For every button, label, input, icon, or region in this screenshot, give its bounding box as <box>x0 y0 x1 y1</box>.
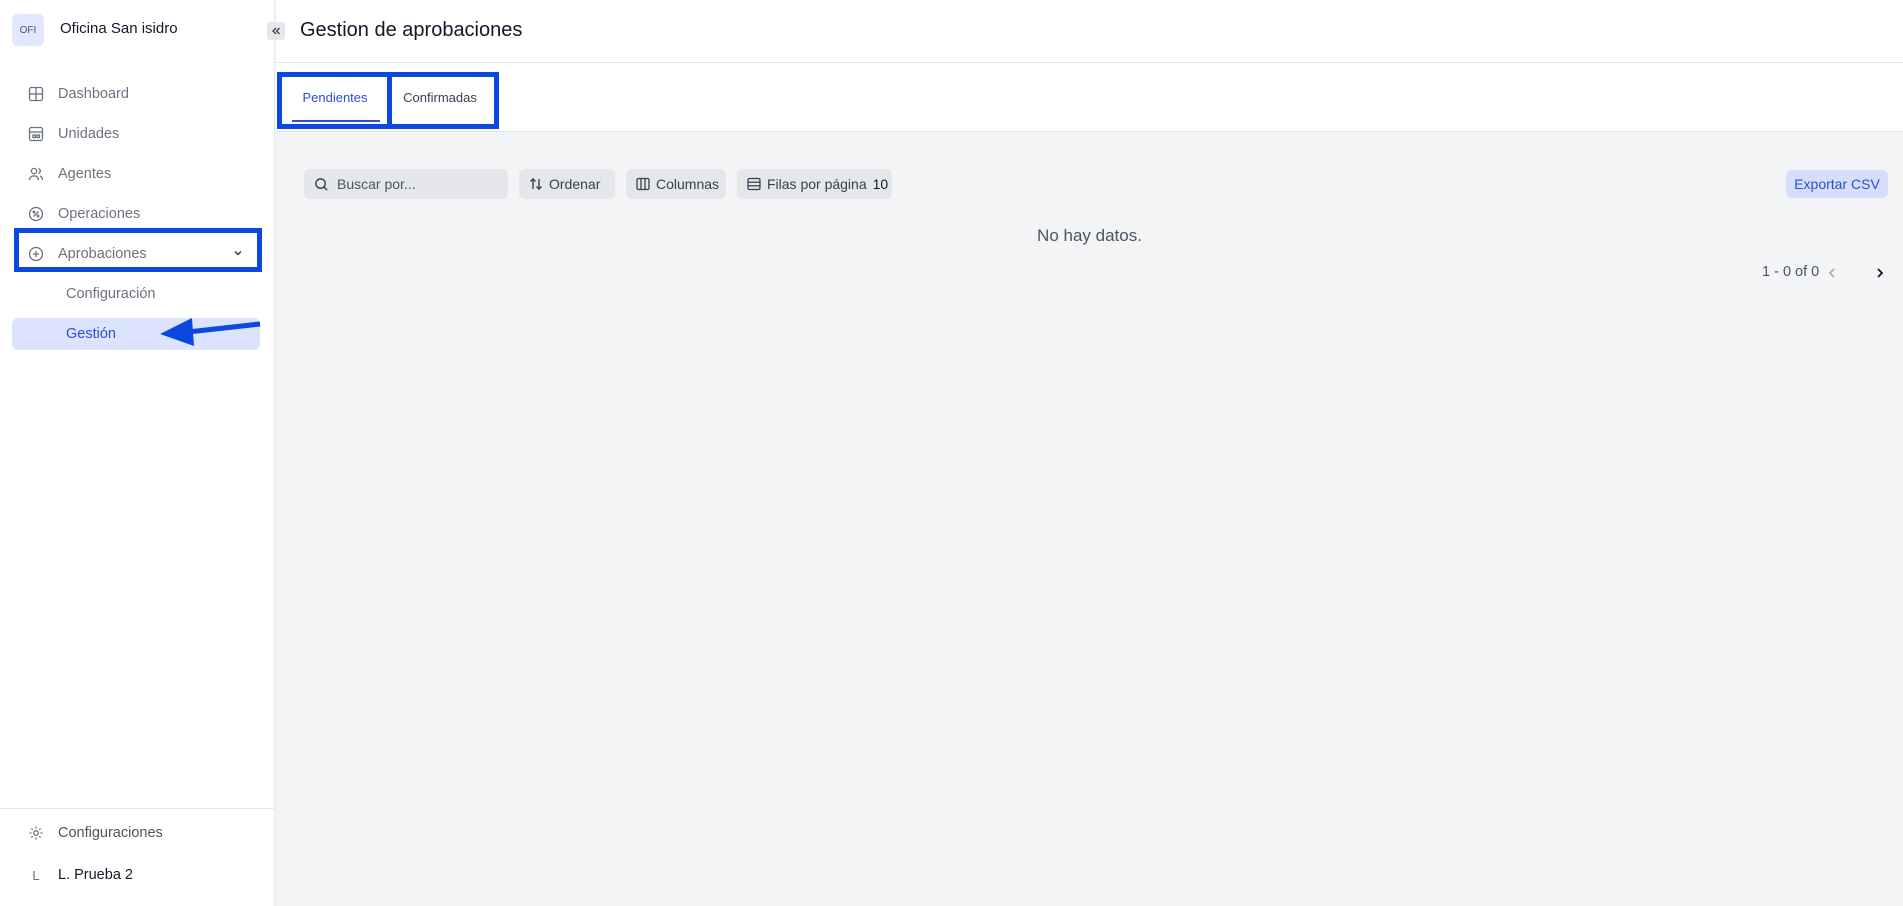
columns-icon <box>636 177 650 191</box>
tab-confirmadas[interactable]: Confirmadas <box>390 63 490 131</box>
search-icon <box>314 177 329 192</box>
columns-button[interactable]: Columnas <box>626 169 726 199</box>
chevron-down-icon[interactable] <box>232 247 244 263</box>
export-csv-button[interactable]: Exportar CSV <box>1786 170 1888 198</box>
sidebar-subitem-label: Gestión <box>66 326 116 342</box>
sidebar-item-label: Unidades <box>58 126 120 142</box>
user-name: L. Prueba 2 <box>58 867 133 883</box>
columns-label: Columnas <box>656 176 720 192</box>
annotation-tab-divider <box>387 72 392 129</box>
page-header: Gestion de aprobaciones <box>276 0 1903 63</box>
sidebar-item-label: Aprobaciones <box>58 246 147 262</box>
sidebar-subitem-label: Configuración <box>66 286 156 302</box>
user-initial: L <box>32 867 40 883</box>
workspace-avatar[interactable]: OFI <box>12 14 44 46</box>
sidebar-item-operaciones[interactable]: Operaciones <box>12 198 260 230</box>
sidebar-item-unidades[interactable]: Unidades <box>12 118 260 150</box>
workspace-name[interactable]: Oficina San isidro <box>60 20 178 37</box>
collapse-sidebar-button[interactable] <box>267 22 285 40</box>
sidebar-footer: Configuraciones L L. Prueba 2 <box>0 808 275 883</box>
sidebar-item-agentes[interactable]: Agentes <box>12 158 260 190</box>
double-chevron-left-icon <box>272 27 280 35</box>
sidebar-item-label: Agentes <box>58 166 112 182</box>
rows-per-page-button[interactable]: Filas por página 10 <box>737 169 892 199</box>
pagination-text: 1 - 0 of 0 <box>1762 264 1820 280</box>
sidebar-item-label: Operaciones <box>58 206 141 222</box>
users-icon <box>26 164 46 184</box>
rows-per-page-label: Filas por página <box>767 176 867 192</box>
grid-icon <box>26 84 46 104</box>
search-input[interactable] <box>335 175 499 193</box>
sidebar-item-label: Dashboard <box>58 86 129 102</box>
sidebar-subitem-gestion[interactable]: Gestión <box>12 318 260 350</box>
sort-label: Ordenar <box>549 176 601 192</box>
sidebar-item-aprobaciones[interactable]: Aprobaciones <box>12 238 260 270</box>
user-menu[interactable]: L L. Prueba 2 <box>12 859 260 891</box>
rows-per-page-value: 10 <box>872 176 889 192</box>
building-icon <box>26 124 46 144</box>
plus-circle-icon <box>26 244 46 264</box>
tab-pendientes[interactable]: Pendientes <box>284 63 386 131</box>
sidebar: OFI Oficina San isidro Dashboard Unidade… <box>0 0 275 906</box>
chevron-left-icon[interactable] <box>1826 266 1838 285</box>
rows-icon <box>747 177 761 191</box>
sort-arrows-icon <box>529 177 543 191</box>
tabs-bar: Pendientes Confirmadas <box>276 63 1903 132</box>
sort-button[interactable]: Ordenar <box>519 169 615 199</box>
sidebar-item-dashboard[interactable]: Dashboard <box>12 78 260 110</box>
percent-icon <box>26 204 46 224</box>
search-box[interactable] <box>304 169 508 199</box>
chevron-right-icon[interactable] <box>1874 266 1886 285</box>
sidebar-item-label: Configuraciones <box>58 825 163 841</box>
page-title: Gestion de aprobaciones <box>300 19 523 41</box>
sidebar-item-configuraciones[interactable]: Configuraciones <box>12 817 260 849</box>
sidebar-subitem-configuracion[interactable]: Configuración <box>12 278 260 310</box>
empty-state-message: No hay datos. <box>1037 226 1142 245</box>
gear-icon <box>26 823 46 843</box>
